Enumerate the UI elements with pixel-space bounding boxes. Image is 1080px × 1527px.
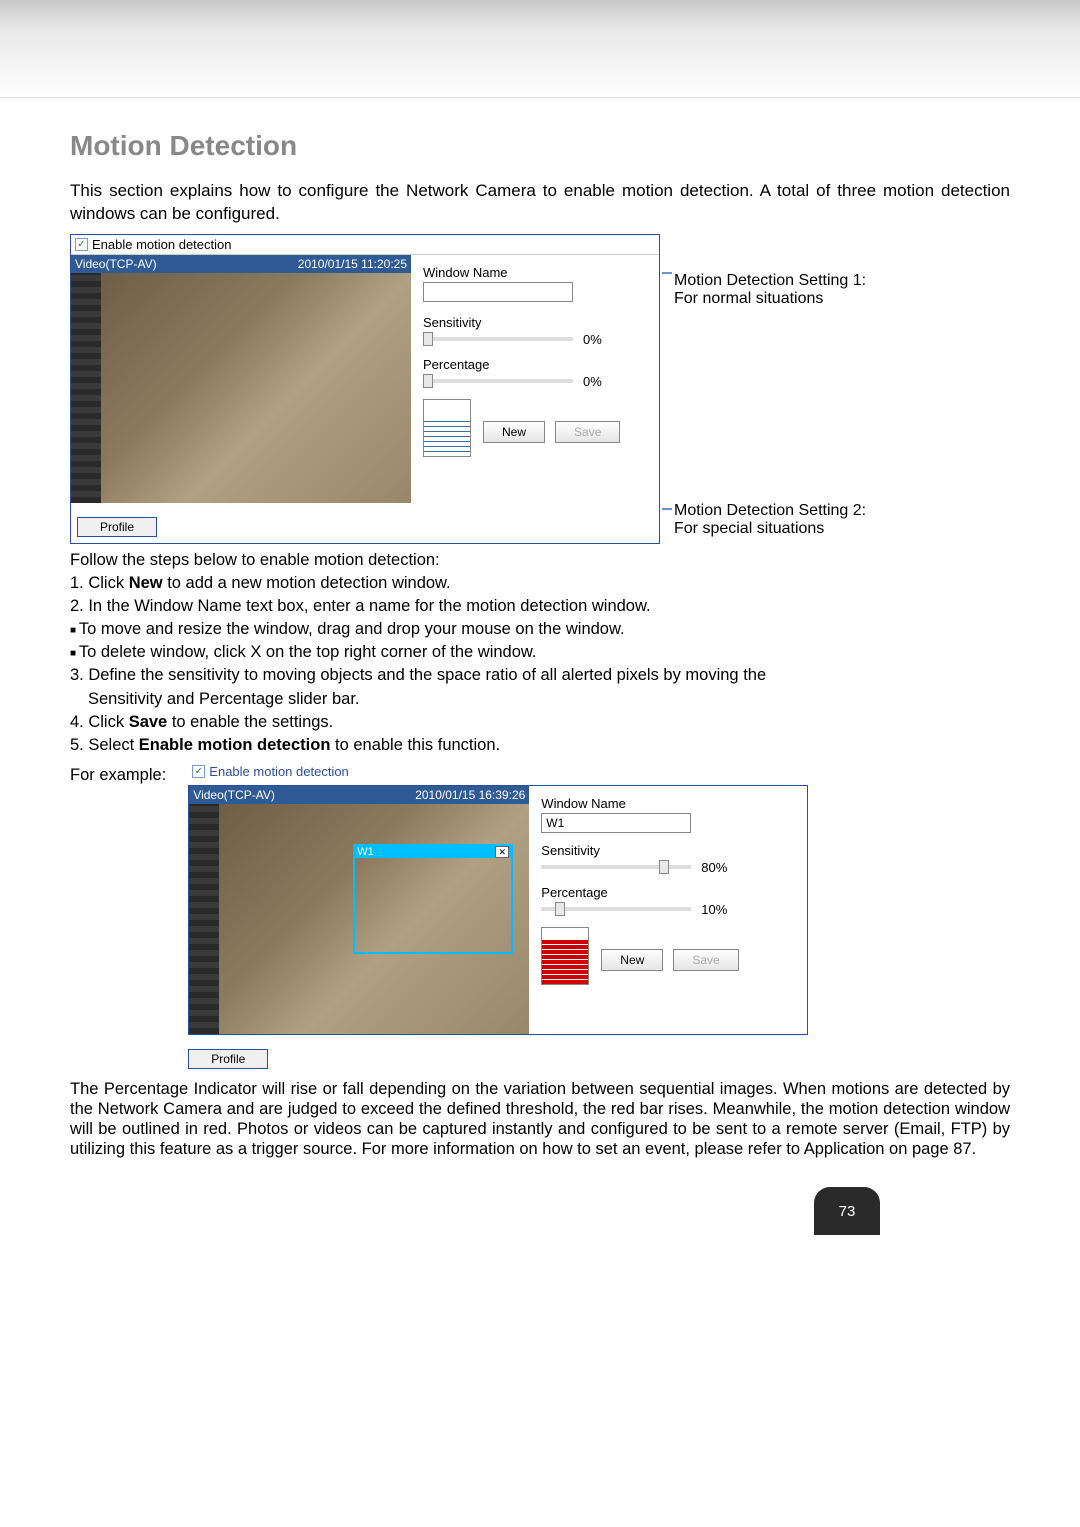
- step-1a: 1. Click: [70, 574, 129, 592]
- sensitivity-slider-row: 0%: [423, 332, 651, 347]
- step-4a: 4. Click: [70, 713, 129, 731]
- video-header-2: Video(TCP-AV) 2010/01/15 16:39:26: [189, 786, 529, 804]
- profile-row: Profile: [71, 503, 659, 543]
- save-button-2[interactable]: Save: [673, 949, 738, 971]
- steps-block: Follow the steps below to enable motion …: [70, 550, 1010, 756]
- step-2a: To move and resize the window, drag and …: [70, 619, 1010, 640]
- step-3a: 3. Define the sensitivity to moving obje…: [70, 665, 1010, 686]
- video-preview[interactable]: [71, 273, 411, 503]
- video-source-label: Video(TCP-AV): [75, 257, 157, 271]
- indicator-and-buttons: New Save: [423, 399, 651, 443]
- motion-panel-1: ✓ Enable motion detection Video(TCP-AV) …: [70, 234, 660, 544]
- top-gradient-band: [0, 0, 1080, 98]
- annotation-connector-1: [662, 272, 672, 274]
- panel1-body: Video(TCP-AV) 2010/01/15 11:20:25 Window…: [71, 255, 659, 503]
- step-2b: To delete window, click X on the top rig…: [70, 642, 1010, 663]
- enable-motion-label-2: Enable motion detection: [209, 764, 348, 779]
- section-title: Motion Detection: [70, 130, 1010, 162]
- step-1c: to add a new motion detection window.: [163, 574, 451, 592]
- page-content: Motion Detection This section explains h…: [0, 98, 1080, 1265]
- new-button[interactable]: New: [483, 421, 545, 443]
- explanation-paragraph: The Percentage Indicator will rise or fa…: [70, 1079, 1010, 1160]
- percentage-slider[interactable]: [423, 379, 573, 383]
- indicator-box: [423, 399, 471, 457]
- profile-button-2[interactable]: Profile: [188, 1049, 268, 1069]
- percentage-slider-row: 0%: [423, 374, 651, 389]
- video-column-2: Video(TCP-AV) 2010/01/15 16:39:26 W1 ✕: [189, 786, 529, 1034]
- close-icon[interactable]: ✕: [495, 846, 509, 858]
- sensitivity-value-2: 80%: [701, 860, 727, 875]
- save-button[interactable]: Save: [555, 421, 620, 443]
- enable-motion-row-2: ✓ Enable motion detection: [188, 762, 808, 781]
- window-name-label: Window Name: [423, 265, 651, 280]
- percentage-label-2: Percentage: [541, 885, 799, 900]
- controls-column: Window Name Sensitivity 0% Percentage 0%: [411, 255, 659, 503]
- sensitivity-value: 0%: [583, 332, 602, 347]
- video-column: Video(TCP-AV) 2010/01/15 11:20:25: [71, 255, 411, 503]
- sensitivity-label-2: Sensitivity: [541, 843, 799, 858]
- enable-motion-label: Enable motion detection: [92, 237, 231, 252]
- footer: 73: [70, 1187, 1010, 1235]
- step-5c: to enable this function.: [330, 736, 500, 754]
- video-timestamp: 2010/01/15 11:20:25: [298, 257, 407, 271]
- motion-window-label: W1: [357, 846, 374, 858]
- step-5b: Enable motion detection: [139, 736, 331, 754]
- button-row-2: New Save: [601, 949, 799, 971]
- percentage-slider-2[interactable]: [541, 907, 691, 911]
- annotation-2-line2: For special situations: [674, 520, 1010, 538]
- motion-window-w1[interactable]: W1 ✕: [353, 844, 513, 954]
- annotation-connector-2: [662, 508, 672, 510]
- video-source-label-2: Video(TCP-AV): [193, 788, 275, 802]
- step-1b: New: [129, 574, 163, 592]
- annotation-column: Motion Detection Setting 1: For normal s…: [668, 234, 1010, 538]
- percentage-value: 0%: [583, 374, 602, 389]
- sensitivity-slider[interactable]: [423, 337, 573, 341]
- sensitivity-label: Sensitivity: [423, 315, 651, 330]
- annotation-1-line2: For normal situations: [674, 290, 1010, 308]
- percentage-value-2: 10%: [701, 902, 727, 917]
- indicator-and-buttons-2: New Save: [541, 927, 799, 971]
- intro-paragraph: This section explains how to configure t…: [70, 180, 1010, 226]
- new-button-2[interactable]: New: [601, 949, 663, 971]
- step-5: 5. Select Enable motion detection to ena…: [70, 735, 1010, 756]
- enable-motion-checkbox[interactable]: ✓: [75, 238, 88, 251]
- step-1: 1. Click New to add a new motion detecti…: [70, 573, 1010, 594]
- video-timestamp-2: 2010/01/15 16:39:26: [415, 788, 525, 802]
- button-row: New Save: [483, 421, 651, 443]
- annotation-2-line1: Motion Detection Setting 2:: [674, 502, 1010, 520]
- motion-panel-2: ✓ Enable motion detection Video(TCP-AV) …: [188, 762, 808, 1069]
- window-name-input-2[interactable]: W1: [541, 813, 691, 833]
- window-name-label-2: Window Name: [541, 796, 799, 811]
- for-example-label: For example:: [70, 762, 166, 785]
- enable-motion-row: ✓ Enable motion detection: [71, 235, 659, 255]
- percentage-label: Percentage: [423, 357, 651, 372]
- steps-lead: Follow the steps below to enable motion …: [70, 550, 1010, 571]
- step-5a: 5. Select: [70, 736, 139, 754]
- motion-panel-1-wrap: ✓ Enable motion detection Video(TCP-AV) …: [70, 234, 1010, 544]
- panel2-main: Video(TCP-AV) 2010/01/15 16:39:26 W1 ✕: [188, 785, 808, 1035]
- video-preview-2[interactable]: W1 ✕: [189, 804, 529, 1034]
- enable-motion-checkbox-2[interactable]: ✓: [192, 765, 205, 778]
- annotation-1-line1: Motion Detection Setting 1:: [674, 272, 1010, 290]
- sensitivity-slider-row-2: 80%: [541, 860, 799, 875]
- controls-column-2: Window Name W1 Sensitivity 80% Percentag…: [529, 786, 807, 1034]
- annotation-2: Motion Detection Setting 2: For special …: [674, 502, 1010, 538]
- step-4c: to enable the settings.: [167, 713, 333, 731]
- step-4b: Save: [129, 713, 168, 731]
- sensitivity-slider-2[interactable]: [541, 865, 691, 869]
- motion-window-titlebar: W1 ✕: [355, 846, 511, 858]
- indicator-box-2: [541, 927, 589, 985]
- step-3b: Sensitivity and Percentage slider bar.: [88, 689, 1010, 710]
- annotation-1: Motion Detection Setting 1: For normal s…: [674, 272, 1010, 308]
- profile-button[interactable]: Profile: [77, 517, 157, 537]
- percentage-slider-row-2: 10%: [541, 902, 799, 917]
- step-4: 4. Click Save to enable the settings.: [70, 712, 1010, 733]
- step-2: 2. In the Window Name text box, enter a …: [70, 596, 1010, 617]
- video-header: Video(TCP-AV) 2010/01/15 11:20:25: [71, 255, 411, 273]
- page-number: 73: [814, 1187, 880, 1235]
- window-name-input[interactable]: [423, 282, 573, 302]
- example-wrap: For example: ✓ Enable motion detection V…: [70, 762, 1010, 1069]
